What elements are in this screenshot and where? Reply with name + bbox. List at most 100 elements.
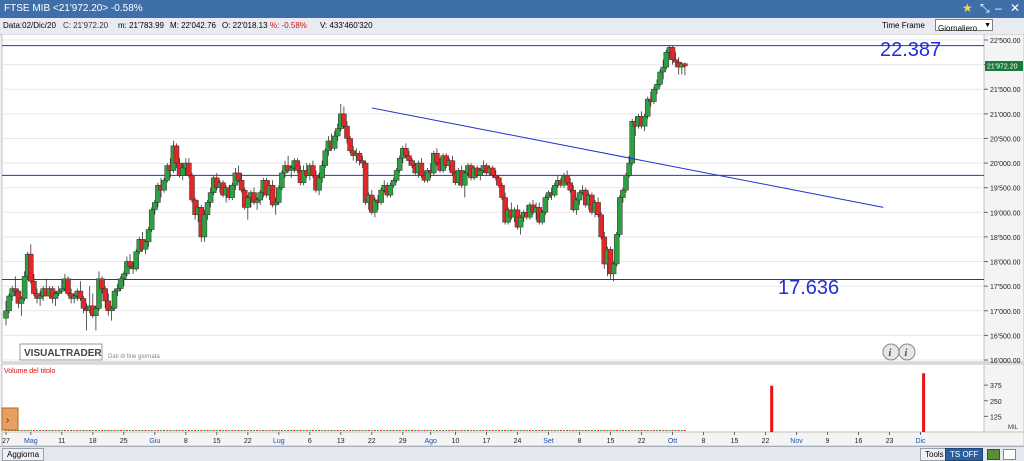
volume-bar: [358, 430, 361, 431]
volume-tick-label: 125: [990, 414, 1002, 421]
volume-bar: [163, 430, 166, 431]
price-tick-label: 17'500.00: [990, 284, 1021, 291]
info-pct: %: -0.58%: [270, 21, 307, 30]
candle-body: [18, 298, 25, 304]
volume-bar: [491, 430, 494, 431]
volume-bar: [355, 430, 358, 431]
volume-bar: [234, 430, 237, 431]
volume-bar: [603, 430, 606, 431]
update-button[interactable]: Aggiorna: [2, 448, 45, 461]
candle-body: [3, 310, 9, 319]
volume-bar: [70, 430, 73, 431]
minimize-icon[interactable]: –: [995, 1, 1002, 15]
candle-body: [127, 261, 133, 267]
volume-bar: [169, 430, 172, 431]
candle-body: [204, 202, 211, 216]
indicator-icon[interactable]: [987, 449, 1000, 460]
timeframe-select[interactable]: Giornaliero ▼: [935, 19, 993, 33]
candle-body: [331, 135, 338, 149]
volume-bar: [519, 430, 522, 431]
volume-bar: [268, 430, 271, 431]
candle-body: [294, 160, 301, 171]
candle-body: [620, 189, 626, 198]
date-tick-label: 22: [244, 438, 252, 445]
volume-bar: [563, 430, 565, 431]
info-close: C: 21'972.20: [63, 21, 109, 30]
candle-body: [6, 295, 12, 312]
pin-icon[interactable]: ⤡: [980, 1, 990, 16]
volume-bar: [383, 430, 386, 431]
date-tick-label: 9: [826, 438, 830, 445]
watermark-box: VISUALTRADER: [19, 343, 103, 361]
volume-bar: [110, 430, 113, 431]
price-tag-text: 21'972.20: [987, 63, 1018, 70]
volume-bar: [321, 430, 324, 431]
candle-body: [102, 288, 108, 302]
volume-bar: [104, 430, 107, 431]
ts-off-button[interactable]: TS OFF: [945, 448, 984, 461]
chart-area[interactable]: 22'500.0022'000.0021'500.0021'000.0020'5…: [0, 34, 1024, 446]
close-icon[interactable]: ✕: [1010, 1, 1020, 15]
candle-body: [179, 167, 186, 176]
date-tick-label: 8: [184, 438, 188, 445]
candle-body: [257, 192, 263, 201]
volume-bar: [662, 430, 665, 431]
candle-body: [152, 202, 158, 211]
volume-tick-label: 250: [990, 399, 1002, 406]
volume-panel-bg: [1, 363, 985, 433]
chevron-down-icon: ▼: [984, 22, 991, 29]
candle-body: [93, 308, 99, 316]
volume-bar: [132, 430, 135, 431]
price-tick-label: 22'500.00: [990, 38, 1021, 45]
candle-body: [173, 145, 180, 164]
price-tick-label: 21'000.00: [990, 112, 1021, 119]
volume-bar: [411, 430, 414, 431]
volume-bar: [29, 430, 32, 431]
info-min: m: 21'783.99: [118, 21, 165, 30]
volume-bar: [200, 430, 203, 431]
candle-body: [55, 290, 62, 294]
date-tick-label: 11: [58, 438, 65, 445]
candle-body: [387, 184, 394, 196]
info-icon-2[interactable]: i: [898, 343, 916, 361]
volume-bar: [494, 430, 497, 431]
candle-body: [201, 214, 208, 238]
star-icon[interactable]: ★: [962, 1, 973, 15]
svg-text:i: i: [905, 348, 908, 359]
volume-bar: [265, 430, 268, 431]
volume-bar: [380, 430, 383, 431]
date-month-label: Lug: [273, 438, 285, 445]
side-tab-button[interactable]: ›: [1, 407, 19, 431]
candle-body: [629, 120, 635, 164]
volume-bar: [57, 430, 60, 431]
date-tick-label: 27: [2, 438, 10, 445]
window-title: FTSE MIB <21'972.20> -0.58%: [4, 3, 143, 14]
volume-bar: [191, 430, 193, 431]
volume-bar: [153, 430, 156, 431]
volume-bar: [327, 430, 330, 431]
svg-text:›: ›: [6, 415, 9, 426]
date-tick-label: 15: [607, 438, 615, 445]
volume-bar: [429, 430, 432, 431]
volume-bar: [336, 430, 339, 431]
volume-bar: [386, 430, 389, 431]
info-icon[interactable]: i: [882, 343, 900, 361]
candle-body: [641, 116, 648, 127]
candle-body: [651, 88, 657, 102]
volume-bar: [181, 430, 184, 431]
volume-bar: [631, 430, 634, 431]
volume-bar: [457, 430, 460, 431]
volume-bar: [284, 430, 286, 431]
volume-bar: [646, 430, 649, 431]
volume-bar: [231, 430, 234, 431]
volume-bar: [88, 430, 91, 431]
volume-bar: [643, 430, 646, 431]
volume-bar: [556, 430, 559, 431]
volume-bar: [166, 430, 169, 431]
settings-icon[interactable]: [1003, 449, 1016, 460]
candle-body: [347, 138, 353, 152]
volume-bar: [249, 430, 252, 431]
candle-body: [245, 197, 251, 208]
volume-bar: [640, 430, 643, 431]
volume-bar: [497, 430, 500, 431]
